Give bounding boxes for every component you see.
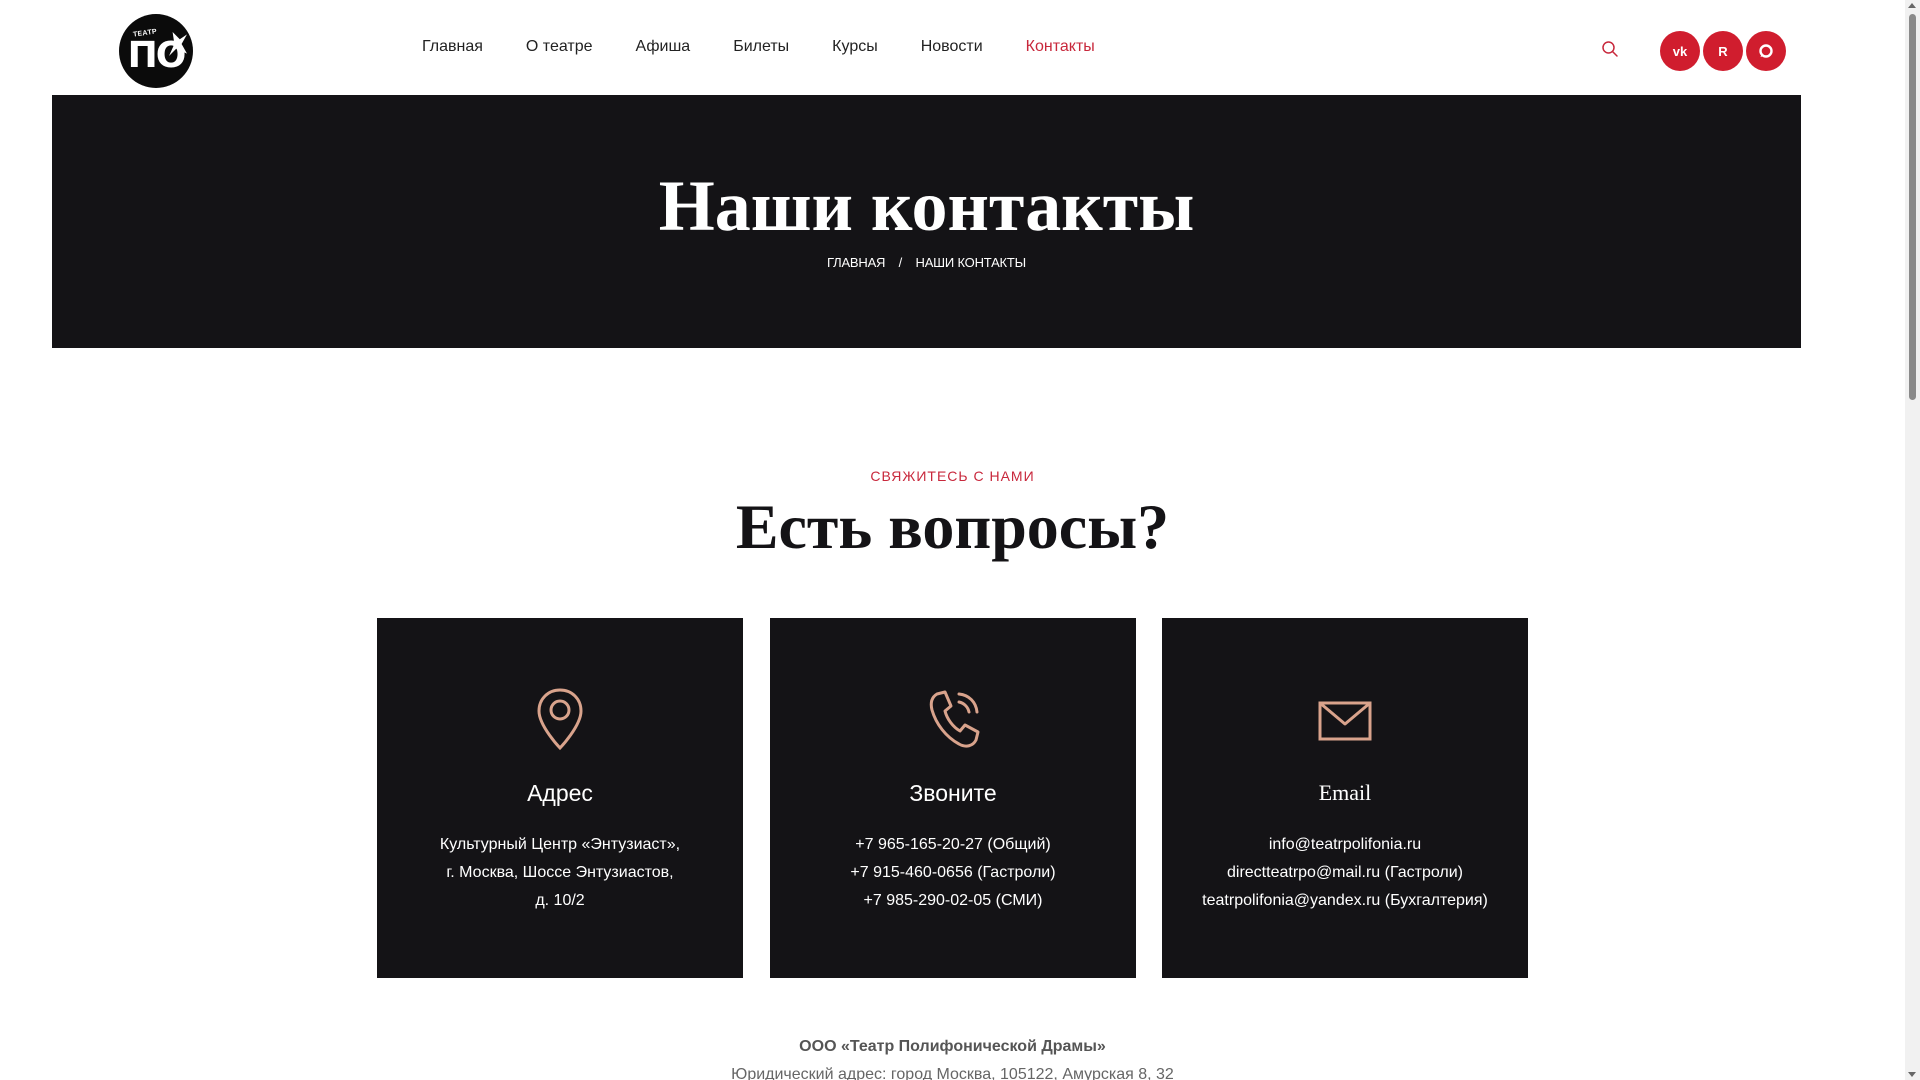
map-pin-icon [530,686,590,752]
nav-home[interactable]: Главная [422,38,483,56]
email-line[interactable]: directteatrpo@mail.ru (Гастроли) [1162,859,1528,887]
organization-name: ООО «Театр Полифонической Драмы» [799,1038,1106,1055]
phone-card-text: +7 965-165-20-27 (Общий) +7 915-460-0656… [770,831,1136,915]
address-line: Культурный Центр «Энтузиаст», [439,836,681,853]
scroll-down-icon[interactable] [1908,1072,1916,1077]
section-title: Есть вопросы? [735,491,1170,562]
breadcrumb: ГЛАВНАЯ / НАШИ КОНТАКТЫ [52,255,1801,270]
address-line: г. Москва, Шоссе Энтузиастов, [446,864,674,881]
section-eyebrow: СВЯЖИТЕСЬ С НАМИ [870,468,1035,484]
chat-glyph-icon [1759,44,1773,58]
phone-card: Звоните +7 965-165-20-27 (Общий) +7 915-… [770,618,1136,978]
nav-tickets[interactable]: Билеты [733,38,789,56]
rutube-icon[interactable]: R [1703,31,1743,71]
vk-icon[interactable]: vk [1660,31,1700,71]
email-line[interactable]: info@teatrpolifonia.ru [1162,831,1528,859]
address-line: д. 10/2 [535,892,585,909]
breadcrumb-current: НАШИ КОНТАКТЫ [915,255,1027,270]
site-header: ТЕАТР ПО Главная О театре Афиша Билеты К… [0,0,1905,95]
nav-about[interactable]: О театре [526,38,593,56]
email-card: Email info@teatrpolifonia.ru directteatr… [1162,618,1528,978]
scrollbar-thumb[interactable] [1909,14,1916,400]
site-logo[interactable]: ТЕАТР ПО [119,14,193,88]
nav-playbill[interactable]: Афиша [636,38,691,56]
address-card-text: Культурный Центр «Энтузиаст», г. Москва,… [377,831,743,915]
nav-contacts[interactable]: Контакты [1026,38,1095,56]
hero-banner: Наши контакты ГЛАВНАЯ / НАШИ КОНТАКТЫ [52,95,1801,348]
phone-line[interactable]: +7 915-460-0656 (Гастроли) [770,859,1136,887]
page: ТЕАТР ПО Главная О театре Афиша Билеты К… [0,0,1920,1080]
email-card-title: Email [1318,780,1372,805]
page-title: Наши контакты [658,166,1195,246]
chat-icon[interactable] [1746,31,1786,71]
mail-icon [1315,686,1375,752]
main-nav: Главная О театре Афиша Билеты Курсы Ново… [422,38,1138,56]
rutube-glyph: R [1718,43,1728,59]
page-scrollbar[interactable] [1905,0,1920,1080]
search-icon[interactable] [1601,40,1619,58]
phone-line[interactable]: +7 985-290-02-05 (СМИ) [770,887,1136,915]
phone-icon [923,686,983,752]
address-card-title: Адрес [527,780,593,806]
organization-address: Юридический адрес: город Москва, 105122,… [731,1066,1174,1080]
nav-news[interactable]: Новости [921,38,983,56]
scroll-up-icon[interactable] [1908,3,1916,8]
address-card: Адрес Культурный Центр «Энтузиаст», г. М… [377,618,743,978]
breadcrumb-home[interactable]: ГЛАВНАЯ [827,255,885,270]
phone-card-title: Звоните [909,780,997,806]
email-line[interactable]: teatrpolifonia@yandex.ru (Бухгалтерия) [1162,887,1528,915]
email-card-text: info@teatrpolifonia.ru directteatrpo@mai… [1162,831,1528,915]
vk-glyph: vk [1672,43,1688,59]
nav-courses[interactable]: Курсы [832,38,878,56]
breadcrumb-separator: / [898,255,903,270]
phone-line[interactable]: +7 965-165-20-27 (Общий) [770,831,1136,859]
